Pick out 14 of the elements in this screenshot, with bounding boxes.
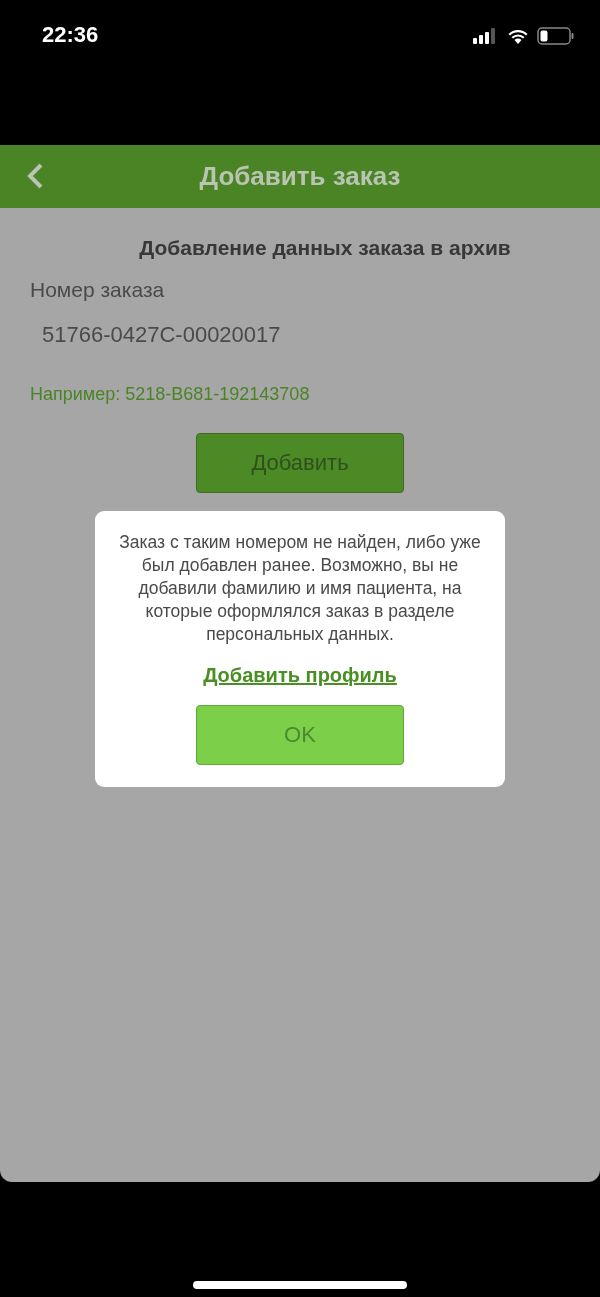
hint-text: Например: 5218-B681-192143708: [30, 384, 311, 405]
form-heading: Добавление данных заказа в архив: [138, 236, 512, 260]
screen-title: Добавить заказ: [199, 161, 401, 192]
ok-button[interactable]: OK: [196, 705, 404, 765]
order-number-field[interactable]: 51766-0427C-00020017: [30, 320, 570, 350]
field-label: Номер заказа: [30, 278, 166, 302]
back-icon: [26, 162, 44, 190]
wifi-icon: [507, 28, 529, 44]
add-button[interactable]: Добавить: [196, 433, 404, 493]
back-button[interactable]: [26, 162, 44, 190]
status-time: 22:36: [42, 22, 99, 48]
alert-message: Заказ с таким номером не найден, либо уже был добавлен ранее. Возможно, вы не добавили фамилию и имя пациента, на которые оформлялся заказ в разделе персональных данных.: [118, 531, 482, 646]
add-profile-link[interactable]: Добавить профиль: [203, 664, 397, 687]
battery-icon: [537, 27, 574, 45]
